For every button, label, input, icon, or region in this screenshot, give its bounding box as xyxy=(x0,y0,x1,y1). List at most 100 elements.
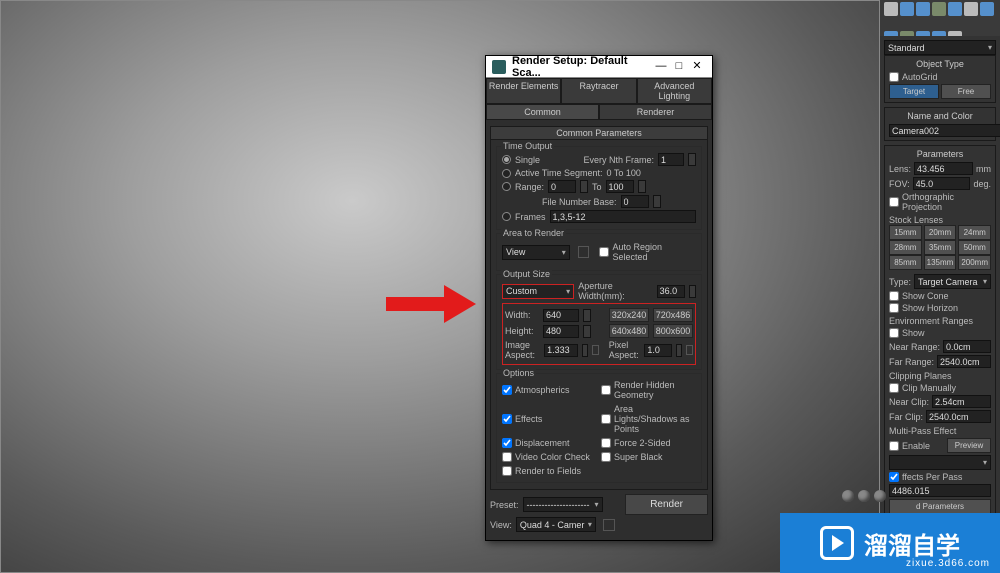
tab-icon[interactable] xyxy=(964,2,978,16)
tab-icon[interactable] xyxy=(884,2,898,16)
maximize-button[interactable]: □ xyxy=(670,59,688,75)
single-radio[interactable] xyxy=(502,155,511,164)
spinner[interactable] xyxy=(689,285,696,298)
object-category-dropdown[interactable]: Standard xyxy=(884,40,996,55)
render-fields-checkbox[interactable] xyxy=(502,466,512,476)
tab-icon[interactable] xyxy=(980,2,994,16)
spinner[interactable] xyxy=(582,344,588,357)
spinner[interactable] xyxy=(638,180,646,193)
atmospherics-checkbox[interactable] xyxy=(502,385,512,395)
output-preset-dropdown[interactable]: Custom xyxy=(502,284,574,299)
size-preset[interactable]: 800x600 xyxy=(653,324,693,338)
shading-ball-icon[interactable] xyxy=(858,490,870,502)
target-distance-input[interactable] xyxy=(889,484,991,497)
spinner[interactable] xyxy=(583,309,591,322)
spinner[interactable] xyxy=(676,344,682,357)
area-dropdown[interactable]: View xyxy=(502,245,570,260)
displacement-checkbox[interactable] xyxy=(502,438,512,448)
area-lights-checkbox[interactable] xyxy=(601,414,611,424)
autogrid-checkbox[interactable] xyxy=(889,72,899,82)
minimize-button[interactable]: — xyxy=(652,59,670,75)
spinner[interactable] xyxy=(580,180,588,193)
free-button[interactable]: Free xyxy=(941,84,991,99)
preview-button[interactable]: Preview xyxy=(947,438,991,453)
render-button[interactable]: Render xyxy=(625,494,708,515)
near-clip-input[interactable] xyxy=(932,395,991,408)
lock-view-icon[interactable] xyxy=(603,519,615,531)
video-color-checkbox[interactable] xyxy=(502,452,512,462)
shading-ball-icon[interactable] xyxy=(842,490,854,502)
spinner[interactable] xyxy=(653,195,661,208)
frames-radio[interactable] xyxy=(502,212,511,221)
d-params-button[interactable]: d Parameters xyxy=(889,499,991,514)
lens-preset[interactable]: 85mm xyxy=(889,255,922,270)
lens-preset[interactable]: 28mm xyxy=(889,240,922,255)
range-from-input[interactable] xyxy=(548,180,576,193)
camera-type-dropdown[interactable]: Target Camera xyxy=(914,274,991,289)
clip-manual-checkbox[interactable] xyxy=(889,383,899,393)
force-2sided-checkbox[interactable] xyxy=(601,438,611,448)
show-horizon-checkbox[interactable] xyxy=(889,303,899,313)
image-aspect-input[interactable] xyxy=(544,344,578,357)
region-icon[interactable] xyxy=(578,246,590,258)
file-number-base-input[interactable] xyxy=(621,195,649,208)
width-input[interactable] xyxy=(543,309,579,322)
ortho-checkbox[interactable] xyxy=(889,197,899,207)
tab-icon[interactable] xyxy=(932,2,946,16)
lens-preset[interactable]: 50mm xyxy=(958,240,991,255)
mp-effect-dropdown[interactable] xyxy=(889,455,991,470)
nth-frame-input[interactable] xyxy=(658,153,684,166)
lock-icon[interactable] xyxy=(592,345,599,355)
auto-region-checkbox[interactable] xyxy=(599,247,609,257)
spinner[interactable] xyxy=(583,325,591,338)
size-preset[interactable]: 640x480 xyxy=(609,324,649,338)
section-title: Object Type xyxy=(889,59,991,69)
spinner[interactable] xyxy=(688,153,696,166)
size-preset[interactable]: 320x240 xyxy=(609,308,649,322)
range-radio[interactable] xyxy=(502,182,511,191)
tab-icon[interactable] xyxy=(948,2,962,16)
lens-preset[interactable]: 200mm xyxy=(958,255,991,270)
preset-dropdown[interactable]: --------------------- xyxy=(523,497,603,512)
effects-per-pass-checkbox[interactable] xyxy=(889,472,899,482)
tab-renderer[interactable]: Renderer xyxy=(599,104,712,120)
tab-icon[interactable] xyxy=(900,2,914,16)
tab-adv-lighting[interactable]: Advanced Lighting xyxy=(637,78,712,104)
render-hidden-checkbox[interactable] xyxy=(601,385,611,395)
show-cone-checkbox[interactable] xyxy=(889,291,899,301)
close-button[interactable]: ✕ xyxy=(688,59,706,75)
mp-enable-checkbox[interactable] xyxy=(889,441,899,451)
frames-input[interactable] xyxy=(550,210,696,223)
lens-input[interactable] xyxy=(914,162,973,175)
near-range-input[interactable] xyxy=(943,340,991,353)
lens-preset[interactable]: 135mm xyxy=(924,255,957,270)
view-dropdown[interactable]: Quad 4 - Camer xyxy=(516,517,596,532)
far-range-input[interactable] xyxy=(937,355,991,368)
lens-preset[interactable]: 35mm xyxy=(924,240,957,255)
lens-preset[interactable]: 24mm xyxy=(958,225,991,240)
target-button[interactable]: Target xyxy=(889,84,939,99)
active-seg-radio[interactable] xyxy=(502,169,511,178)
super-black-checkbox[interactable] xyxy=(601,452,611,462)
tab-raytracer[interactable]: Raytracer xyxy=(561,78,636,104)
viewport-shading-toggle[interactable] xyxy=(842,490,886,502)
tab-render-elements[interactable]: Render Elements xyxy=(486,78,561,104)
object-name-input[interactable] xyxy=(889,124,1000,137)
lens-preset[interactable]: 15mm xyxy=(889,225,922,240)
tab-icon[interactable] xyxy=(916,2,930,16)
pixel-aspect-input[interactable] xyxy=(644,344,672,357)
height-input[interactable] xyxy=(543,325,579,338)
aperture-input[interactable] xyxy=(657,285,685,298)
rollout-header[interactable]: Common Parameters xyxy=(491,127,707,140)
lock-icon[interactable] xyxy=(686,345,693,355)
fov-input[interactable] xyxy=(913,177,971,190)
size-preset[interactable]: 720x486 xyxy=(653,308,693,322)
far-clip-input[interactable] xyxy=(926,410,991,423)
shading-ball-icon[interactable] xyxy=(874,490,886,502)
range-to-input[interactable] xyxy=(606,180,634,193)
tab-common[interactable]: Common xyxy=(486,104,599,120)
effects-checkbox[interactable] xyxy=(502,414,512,424)
show-env-checkbox[interactable] xyxy=(889,328,899,338)
lens-preset[interactable]: 20mm xyxy=(924,225,957,240)
dialog-titlebar[interactable]: Render Setup: Default Sca... — □ ✕ xyxy=(486,56,712,78)
